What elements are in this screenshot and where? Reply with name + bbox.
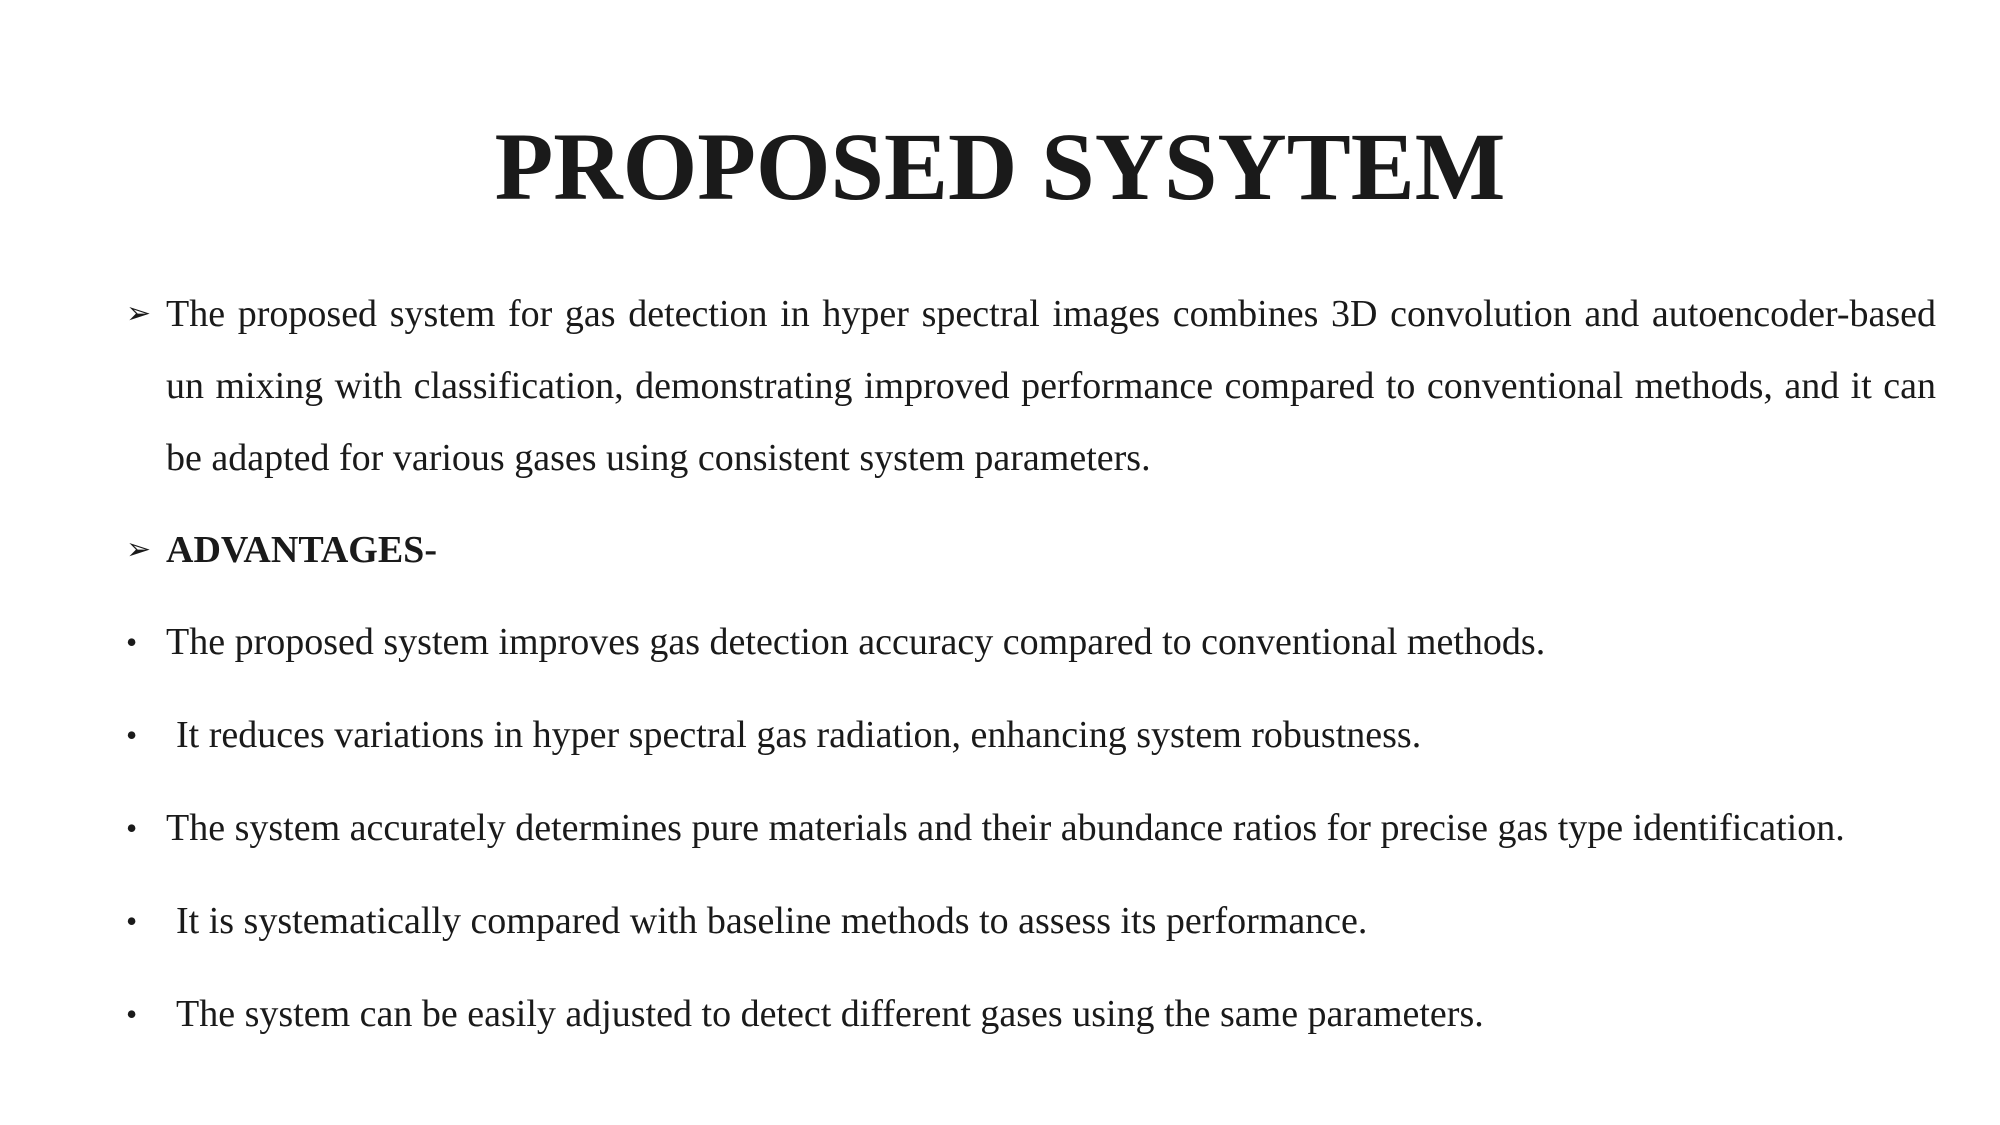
advantages-heading: ➢ ADVANTAGES- bbox=[126, 514, 1936, 586]
bullet-dot-icon: • bbox=[126, 903, 138, 939]
arrow-bullet-icon: ➢ bbox=[126, 532, 152, 567]
list-item-text: It is systematically compared with basel… bbox=[176, 900, 1368, 942]
advantages-heading-text: ADVANTAGES- bbox=[166, 529, 437, 571]
bullet-dot-icon: • bbox=[126, 996, 138, 1032]
bullet-dot-icon: • bbox=[126, 624, 138, 660]
list-item-text: It reduces variations in hyper spectral … bbox=[176, 714, 1422, 756]
slide-title: PROPOSED SYSYTEM bbox=[494, 113, 1506, 220]
slide: PROPOSED SYSYTEM ➢ The proposed system f… bbox=[0, 0, 2000, 1125]
intro-paragraph: ➢ The proposed system for gas detection … bbox=[126, 278, 1936, 494]
intro-text: The proposed system for gas detection in… bbox=[166, 293, 1936, 479]
list-item-text: The system accurately determines pure ma… bbox=[166, 807, 1845, 849]
list-item-text: The proposed system improves gas detecti… bbox=[166, 621, 1546, 663]
arrow-bullet-icon: ➢ bbox=[126, 296, 152, 331]
list-item-text: The system can be easily adjusted to det… bbox=[176, 993, 1484, 1035]
bullet-dot-icon: • bbox=[126, 717, 138, 753]
bullet-dot-icon: • bbox=[126, 810, 138, 846]
